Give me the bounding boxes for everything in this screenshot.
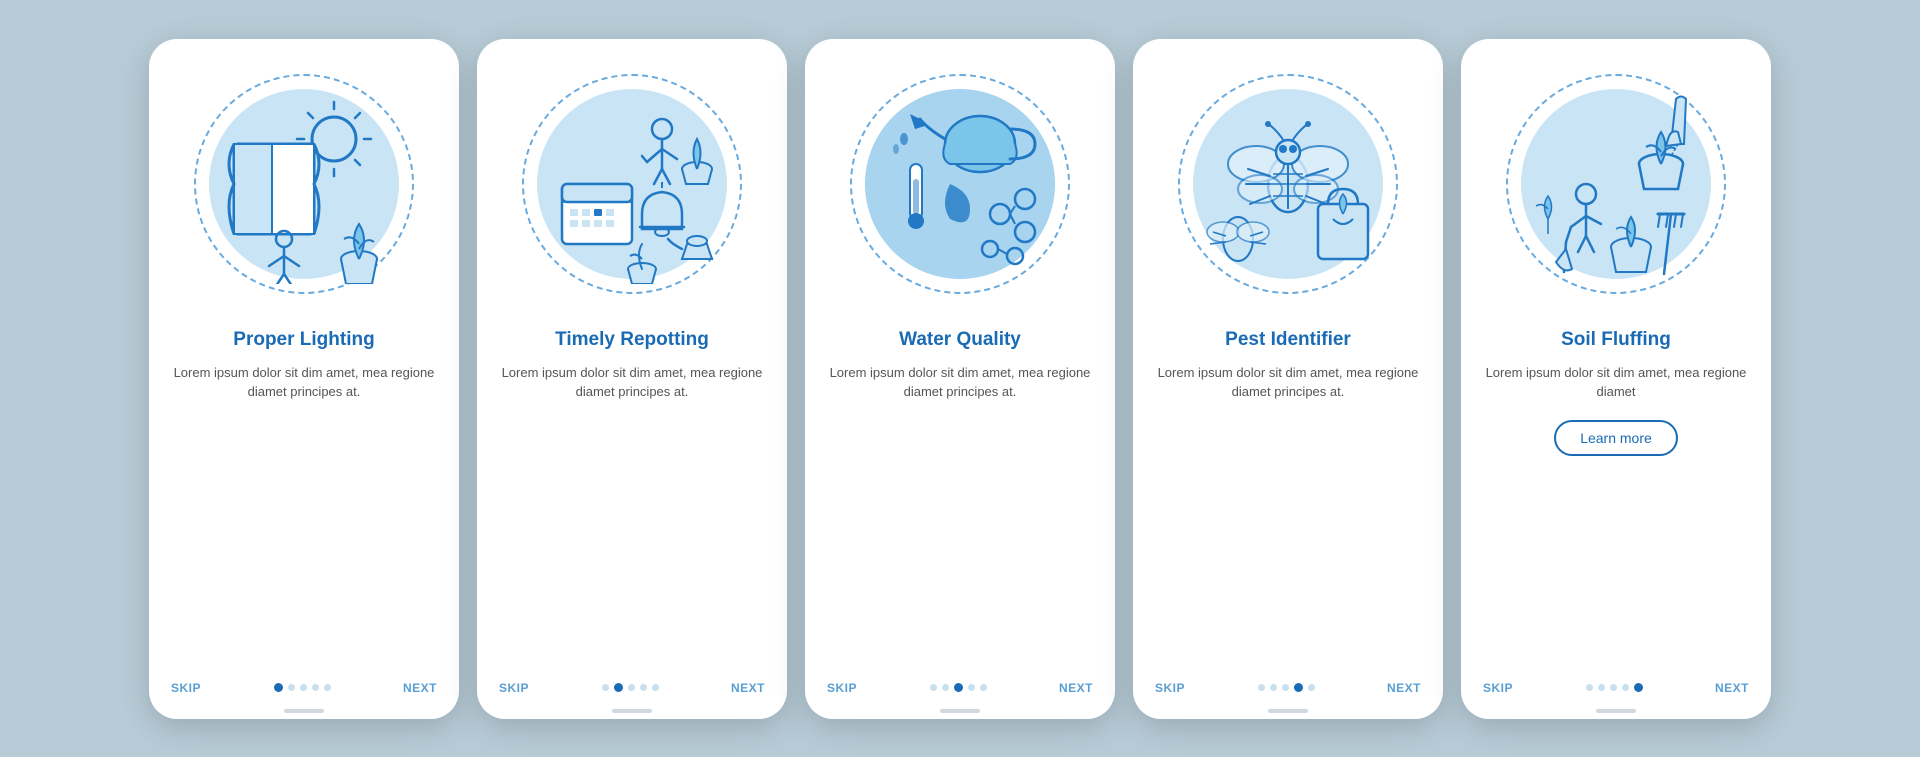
next-button-5[interactable]: NEXT bbox=[1715, 681, 1749, 695]
screen-timely-repotting: Timely Repotting Lorem ipsum dolor sit d… bbox=[477, 39, 787, 719]
dot-4-5 bbox=[1308, 684, 1315, 691]
content-proper-lighting: Proper Lighting Lorem ipsum dolor sit di… bbox=[149, 329, 459, 671]
scroll-indicator-5 bbox=[1596, 709, 1636, 713]
dot-3-2 bbox=[942, 684, 949, 691]
dots-1 bbox=[274, 683, 331, 692]
illustration-proper-lighting bbox=[149, 39, 459, 329]
dot-1-4 bbox=[312, 684, 319, 691]
dots-2 bbox=[602, 683, 659, 692]
dot-3-5 bbox=[980, 684, 987, 691]
nav-pest-identifier: SKIP NEXT bbox=[1133, 671, 1443, 709]
dot-1-3 bbox=[300, 684, 307, 691]
dot-4-1 bbox=[1258, 684, 1265, 691]
scroll-indicator-1 bbox=[284, 709, 324, 713]
learn-more-button[interactable]: Learn more bbox=[1554, 420, 1678, 456]
dot-5-1 bbox=[1586, 684, 1593, 691]
dot-2-4 bbox=[640, 684, 647, 691]
skip-button-4[interactable]: SKIP bbox=[1155, 681, 1185, 695]
water-quality-icon bbox=[860, 84, 1060, 284]
dot-4-2 bbox=[1270, 684, 1277, 691]
screen-soil-fluffing: Soil Fluffing Lorem ipsum dolor sit dim … bbox=[1461, 39, 1771, 719]
illustration-pest-identifier bbox=[1133, 39, 1443, 329]
dot-4-3 bbox=[1282, 684, 1289, 691]
pest-identifier-icon bbox=[1188, 84, 1388, 284]
dot-5-3 bbox=[1610, 684, 1617, 691]
proper-lighting-icon bbox=[204, 84, 404, 284]
screens-container: Proper Lighting Lorem ipsum dolor sit di… bbox=[149, 39, 1771, 719]
dot-2-2 bbox=[614, 683, 623, 692]
next-button-2[interactable]: NEXT bbox=[731, 681, 765, 695]
desc-water-quality: Lorem ipsum dolor sit dim amet, mea regi… bbox=[827, 363, 1093, 402]
title-proper-lighting: Proper Lighting bbox=[171, 329, 437, 351]
content-timely-repotting: Timely Repotting Lorem ipsum dolor sit d… bbox=[477, 329, 787, 671]
nav-soil-fluffing: SKIP NEXT bbox=[1461, 671, 1771, 709]
next-button-3[interactable]: NEXT bbox=[1059, 681, 1093, 695]
dot-1-1 bbox=[274, 683, 283, 692]
title-soil-fluffing: Soil Fluffing bbox=[1483, 329, 1749, 351]
timely-repotting-icon bbox=[532, 84, 732, 284]
illustration-water-quality bbox=[805, 39, 1115, 329]
content-pest-identifier: Pest Identifier Lorem ipsum dolor sit di… bbox=[1133, 329, 1443, 671]
dots-3 bbox=[930, 683, 987, 692]
scroll-indicator-3 bbox=[940, 709, 980, 713]
title-timely-repotting: Timely Repotting bbox=[499, 329, 765, 351]
content-water-quality: Water Quality Lorem ipsum dolor sit dim … bbox=[805, 329, 1115, 671]
dot-3-3 bbox=[954, 683, 963, 692]
desc-proper-lighting: Lorem ipsum dolor sit dim amet, mea regi… bbox=[171, 363, 437, 402]
screen-water-quality: Water Quality Lorem ipsum dolor sit dim … bbox=[805, 39, 1115, 719]
skip-button-2[interactable]: SKIP bbox=[499, 681, 529, 695]
nav-water-quality: SKIP NEXT bbox=[805, 671, 1115, 709]
dots-4 bbox=[1258, 683, 1315, 692]
dot-1-5 bbox=[324, 684, 331, 691]
dot-5-4 bbox=[1622, 684, 1629, 691]
dot-2-3 bbox=[628, 684, 635, 691]
scroll-indicator-2 bbox=[612, 709, 652, 713]
skip-button-3[interactable]: SKIP bbox=[827, 681, 857, 695]
soil-fluffing-icon bbox=[1516, 84, 1716, 284]
desc-soil-fluffing: Lorem ipsum dolor sit dim amet, mea regi… bbox=[1483, 363, 1749, 402]
dot-5-5 bbox=[1634, 683, 1643, 692]
next-button-4[interactable]: NEXT bbox=[1387, 681, 1421, 695]
screen-pest-identifier: Pest Identifier Lorem ipsum dolor sit di… bbox=[1133, 39, 1443, 719]
dot-2-1 bbox=[602, 684, 609, 691]
desc-pest-identifier: Lorem ipsum dolor sit dim amet, mea regi… bbox=[1155, 363, 1421, 402]
dot-2-5 bbox=[652, 684, 659, 691]
dot-4-4 bbox=[1294, 683, 1303, 692]
screen-proper-lighting: Proper Lighting Lorem ipsum dolor sit di… bbox=[149, 39, 459, 719]
dot-1-2 bbox=[288, 684, 295, 691]
skip-button-5[interactable]: SKIP bbox=[1483, 681, 1513, 695]
dot-3-4 bbox=[968, 684, 975, 691]
nav-proper-lighting: SKIP NEXT bbox=[149, 671, 459, 709]
next-button-1[interactable]: NEXT bbox=[403, 681, 437, 695]
content-soil-fluffing: Soil Fluffing Lorem ipsum dolor sit dim … bbox=[1461, 329, 1771, 671]
illustration-timely-repotting bbox=[477, 39, 787, 329]
nav-timely-repotting: SKIP NEXT bbox=[477, 671, 787, 709]
dot-3-1 bbox=[930, 684, 937, 691]
illustration-soil-fluffing bbox=[1461, 39, 1771, 329]
title-pest-identifier: Pest Identifier bbox=[1155, 329, 1421, 351]
title-water-quality: Water Quality bbox=[827, 329, 1093, 351]
desc-timely-repotting: Lorem ipsum dolor sit dim amet, mea regi… bbox=[499, 363, 765, 402]
dot-5-2 bbox=[1598, 684, 1605, 691]
scroll-indicator-4 bbox=[1268, 709, 1308, 713]
skip-button-1[interactable]: SKIP bbox=[171, 681, 201, 695]
dots-5 bbox=[1586, 683, 1643, 692]
